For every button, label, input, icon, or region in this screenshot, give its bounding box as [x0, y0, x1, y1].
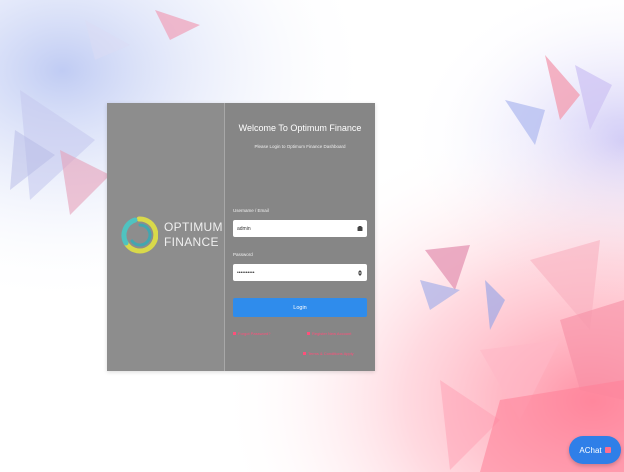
register-link[interactable]: Register New Account [307, 331, 351, 336]
login-page: OPTIMUM FINANCE Welcome To Optimum Finan… [0, 0, 624, 472]
user-card-icon [357, 225, 363, 232]
register-label: Register New Account [312, 331, 352, 336]
welcome-subtitle: Please Login to Optimum Finance Dashboar… [254, 144, 346, 149]
chat-button[interactable]: AChat [569, 436, 621, 464]
optimum-logo-icon [121, 216, 158, 254]
brand-name: OPTIMUM FINANCE [164, 220, 223, 250]
forgot-icon [233, 332, 236, 335]
brand-logo: OPTIMUM FINANCE [120, 215, 223, 255]
terms-label: Terms & Conditions Apply [308, 351, 354, 356]
chat-label: AChat [579, 445, 602, 455]
brand-name-line1: OPTIMUM [164, 220, 223, 234]
username-input[interactable] [237, 225, 355, 232]
login-form-panel: Welcome To Optimum Finance Please Login … [225, 103, 375, 371]
password-label: Password [233, 252, 253, 257]
login-card: OPTIMUM FINANCE Welcome To Optimum Finan… [107, 103, 375, 371]
eye-icon[interactable] [357, 269, 363, 276]
login-button[interactable]: Login [233, 298, 367, 317]
brand-name-line2: FINANCE [164, 235, 219, 249]
register-icon [307, 332, 310, 335]
welcome-title: Welcome To Optimum Finance [238, 123, 362, 133]
forgot-password-link[interactable]: Forgot Password? [233, 331, 270, 336]
password-input[interactable] [237, 269, 355, 276]
password-field[interactable] [233, 264, 367, 281]
terms-link[interactable]: Terms & Conditions Apply [303, 351, 354, 356]
forgot-password-label: Forgot Password? [238, 331, 271, 336]
username-label: Username / Email [233, 208, 269, 213]
terms-icon [303, 352, 306, 355]
brand-panel: OPTIMUM FINANCE [107, 103, 225, 371]
username-field[interactable] [233, 220, 367, 237]
chat-icon [604, 447, 611, 453]
